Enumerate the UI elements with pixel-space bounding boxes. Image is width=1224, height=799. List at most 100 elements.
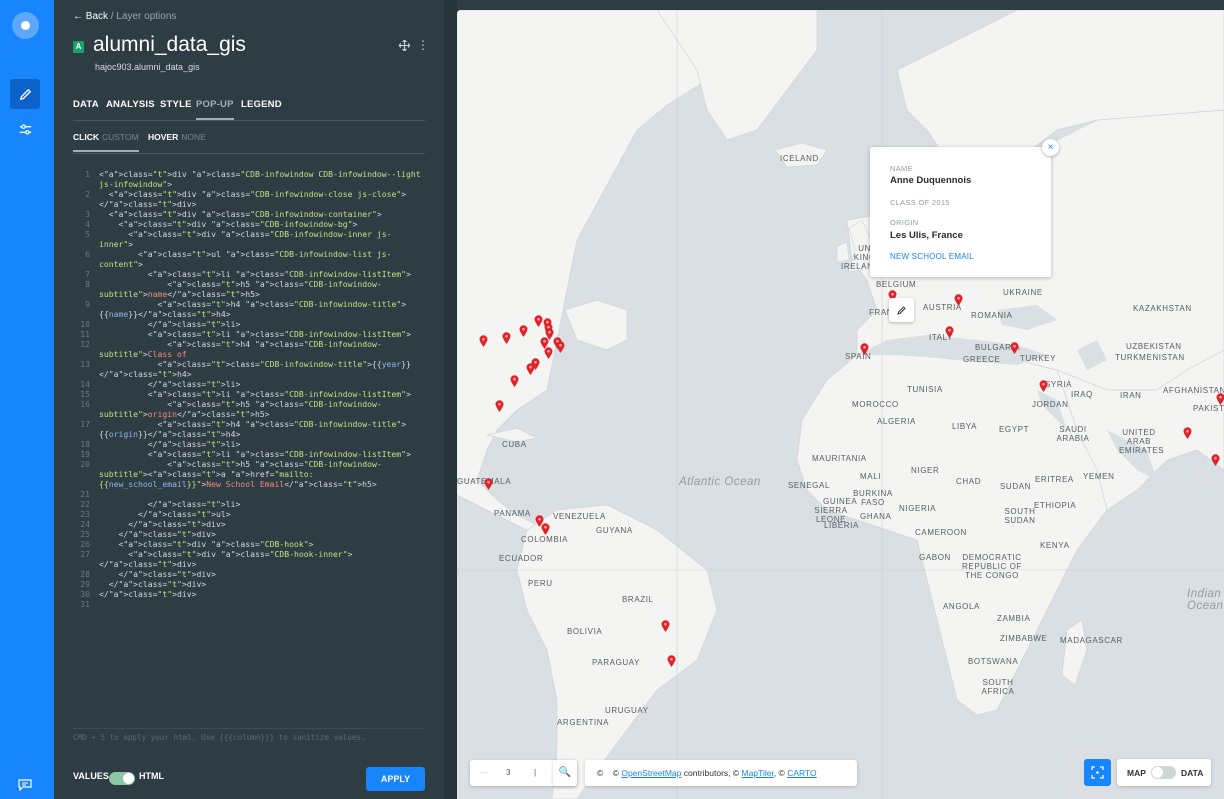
code-text[interactable]: <"a">class="t">div "a">class="CDB-hook-i… xyxy=(99,549,425,569)
code-line[interactable]: 4 <"a">class="t">div "a">class="CDB-info… xyxy=(73,219,425,229)
code-line[interactable]: 25 </"a">class="t">div> xyxy=(73,529,425,539)
move-handle-icon[interactable] xyxy=(399,40,410,51)
subtab-click[interactable]: CLICK CUSTOM xyxy=(73,132,139,152)
code-text[interactable]: </"a">class="t">div> xyxy=(99,579,425,589)
code-text[interactable] xyxy=(99,599,425,609)
code-line[interactable]: 6 <"a">class="t">ul "a">class="CDB-infow… xyxy=(73,249,425,269)
code-text[interactable]: <"a">class="t">h5 "a">class="CDB-infowin… xyxy=(99,399,425,419)
map-marker-icon[interactable] xyxy=(1211,454,1220,466)
attribution-maptiler-link[interactable]: MapTiler xyxy=(742,768,774,778)
map-marker-icon[interactable] xyxy=(954,294,963,306)
code-line[interactable]: 24 </"a">class="t">div> xyxy=(73,519,425,529)
code-line[interactable]: 29 </"a">class="t">div> xyxy=(73,579,425,589)
code-line[interactable]: 30 </"a">class="t">div> xyxy=(73,589,425,599)
code-line[interactable]: 15 <"a">class="t">li "a">class="CDB-info… xyxy=(73,389,425,399)
edit-pencil-icon[interactable] xyxy=(10,79,40,109)
code-line[interactable]: 3 <"a">class="t">div "a">class="CDB-info… xyxy=(73,209,425,219)
map-search-icon[interactable]: 🔍 xyxy=(553,760,577,786)
map-marker-icon[interactable] xyxy=(860,343,869,355)
code-text[interactable]: <"a">class="t">h4 "a">class="CDB-infowin… xyxy=(99,419,425,439)
map-marker-icon[interactable] xyxy=(1183,427,1192,439)
code-text[interactable]: <"a">class="t">li "a">class="CDB-infowin… xyxy=(99,449,425,459)
code-text[interactable]: <"a">class="t">li "a">class="CDB-infowin… xyxy=(99,269,425,279)
fit-bounds-icon[interactable] xyxy=(1084,759,1111,786)
feedback-chat-icon[interactable] xyxy=(18,779,32,791)
code-line[interactable]: 20 <"a">class="t">h5 "a">class="CDB-info… xyxy=(73,459,425,489)
code-line[interactable]: 9 <"a">class="t">h4 "a">class="CDB-infow… xyxy=(73,299,425,319)
code-line[interactable]: 28 </"a">class="t">div> xyxy=(73,569,425,579)
code-line[interactable]: 2 <"a">class="t">div "a">class="CDB-info… xyxy=(73,189,425,209)
code-text[interactable]: <"a">class="t">div "a">class="CDB-infowi… xyxy=(99,169,425,189)
code-text[interactable]: </"a">class="t">ul> xyxy=(99,509,425,519)
code-text[interactable]: </"a">class="t">li> xyxy=(99,319,425,329)
code-text[interactable]: <"a">class="t">h4 "a">class="CDB-infowin… xyxy=(99,299,425,319)
code-text[interactable]: </"a">class="t">li> xyxy=(99,499,425,509)
code-text[interactable]: <"a">class="t">div "a">class="CDB-hook"> xyxy=(99,539,425,549)
code-line[interactable]: 10 </"a">class="t">li> xyxy=(73,319,425,329)
map-marker-icon[interactable] xyxy=(526,363,535,375)
map-marker-icon[interactable] xyxy=(541,523,550,535)
code-text[interactable]: <"a">class="t">div "a">class="CDB-infowi… xyxy=(99,219,425,229)
code-line[interactable]: 17 <"a">class="t">h4 "a">class="CDB-info… xyxy=(73,419,425,439)
attribution-osm-link[interactable]: OpenStreetMap xyxy=(621,768,681,778)
tab-analysis[interactable]: ANALYSIS xyxy=(106,99,155,110)
code-line[interactable]: 19 <"a">class="t">li "a">class="CDB-info… xyxy=(73,449,425,459)
apply-button[interactable]: APPLY xyxy=(366,767,425,791)
code-text[interactable]: <"a">class="t">div "a">class="CDB-infowi… xyxy=(99,189,425,209)
map-marker-icon[interactable] xyxy=(667,655,676,667)
zoom-in-button[interactable]: | xyxy=(534,768,536,777)
code-text[interactable]: <"a">class="t">div "a">class="CDB-infowi… xyxy=(99,209,425,219)
map-marker-icon[interactable] xyxy=(495,400,504,412)
tab-legend[interactable]: LEGEND xyxy=(241,99,282,110)
html-code-editor[interactable]: 1 <"a">class="t">div "a">class="CDB-infow… xyxy=(73,169,425,609)
code-line[interactable]: 7 <"a">class="t">li "a">class="CDB-infow… xyxy=(73,269,425,279)
code-line[interactable]: 8 <"a">class="t">h5 "a">class="CDB-infow… xyxy=(73,279,425,299)
code-line[interactable]: 1 <"a">class="t">div "a">class="CDB-infow… xyxy=(73,169,425,189)
code-text[interactable]: </"a">class="t">div> xyxy=(99,589,425,599)
code-text[interactable]: </"a">class="t">li> xyxy=(99,439,425,449)
map-marker-icon[interactable] xyxy=(479,335,488,347)
zoom-out-button[interactable]: — xyxy=(480,768,488,777)
code-text[interactable]: </"a">class="t">div> xyxy=(99,529,425,539)
map-marker-icon[interactable] xyxy=(534,315,543,327)
tab-data[interactable]: DATA xyxy=(73,99,99,110)
code-text[interactable]: <"a">class="t">li "a">class="CDB-infowin… xyxy=(99,329,425,339)
tab-popup[interactable]: POP-UP xyxy=(196,99,234,120)
map-marker-icon[interactable] xyxy=(1039,380,1048,392)
map-marker-icon[interactable] xyxy=(502,332,511,344)
popup-close-icon[interactable]: × xyxy=(1042,139,1059,156)
map-marker-icon[interactable] xyxy=(556,341,565,353)
code-text[interactable]: <"a">class="t">h5 "a">class="CDB-infowin… xyxy=(99,279,425,299)
back-link[interactable]: ← Back / Layer options xyxy=(73,11,176,22)
code-line[interactable]: 18 </"a">class="t">li> xyxy=(73,439,425,449)
code-text[interactable]: <"a">class="t">h4 "a">class="CDB-infowin… xyxy=(99,339,425,359)
tab-style[interactable]: STYLE xyxy=(160,99,192,110)
map-canvas[interactable]: ICELANDUNITED KINGDOMIRELANDBELGIUMFRANC… xyxy=(457,10,1224,799)
code-text[interactable] xyxy=(99,489,425,499)
layer-title[interactable]: alumni_data_gis xyxy=(93,33,246,57)
popup-email-link[interactable]: NEW SCHOOL EMAIL xyxy=(890,252,974,261)
html-toggle-switch[interactable] xyxy=(109,772,135,785)
code-text[interactable]: <"a">class="t">div "a">class="CDB-infowi… xyxy=(99,229,425,249)
code-text[interactable]: <"a">class="t">class="CDB-infowindow-tit… xyxy=(99,359,425,379)
map-marker-icon[interactable] xyxy=(519,325,528,337)
back-label[interactable]: Back xyxy=(86,11,108,22)
settings-sliders-icon[interactable] xyxy=(10,114,40,144)
code-text[interactable]: <"a">class="t">ul "a">class="CDB-infowin… xyxy=(99,249,425,269)
code-line[interactable]: 23 </"a">class="t">ul> xyxy=(73,509,425,519)
code-line[interactable]: 27 <"a">class="t">div "a">class="CDB-hoo… xyxy=(73,549,425,569)
map-data-switch[interactable] xyxy=(1151,766,1176,779)
attribution-carto-link[interactable]: CARTO xyxy=(787,768,816,778)
code-line[interactable]: 12 <"a">class="t">h4 "a">class="CDB-info… xyxy=(73,339,425,359)
map-marker-icon[interactable] xyxy=(1216,393,1224,405)
code-line[interactable]: 5 <"a">class="t">div "a">class="CDB-info… xyxy=(73,229,425,249)
code-line[interactable]: 31 xyxy=(73,599,425,609)
code-line[interactable]: 14 </"a">class="t">li> xyxy=(73,379,425,389)
code-text[interactable]: </"a">class="t">li> xyxy=(99,379,425,389)
code-line[interactable]: 11 <"a">class="t">li "a">class="CDB-info… xyxy=(73,329,425,339)
code-text[interactable]: <"a">class="t">li "a">class="CDB-infowin… xyxy=(99,389,425,399)
code-text[interactable]: </"a">class="t">div> xyxy=(99,569,425,579)
map-data-toggle[interactable]: MAP DATA xyxy=(1117,759,1211,786)
subtab-hover[interactable]: HOVER NONE xyxy=(148,132,206,142)
map-marker-icon[interactable] xyxy=(484,478,493,490)
